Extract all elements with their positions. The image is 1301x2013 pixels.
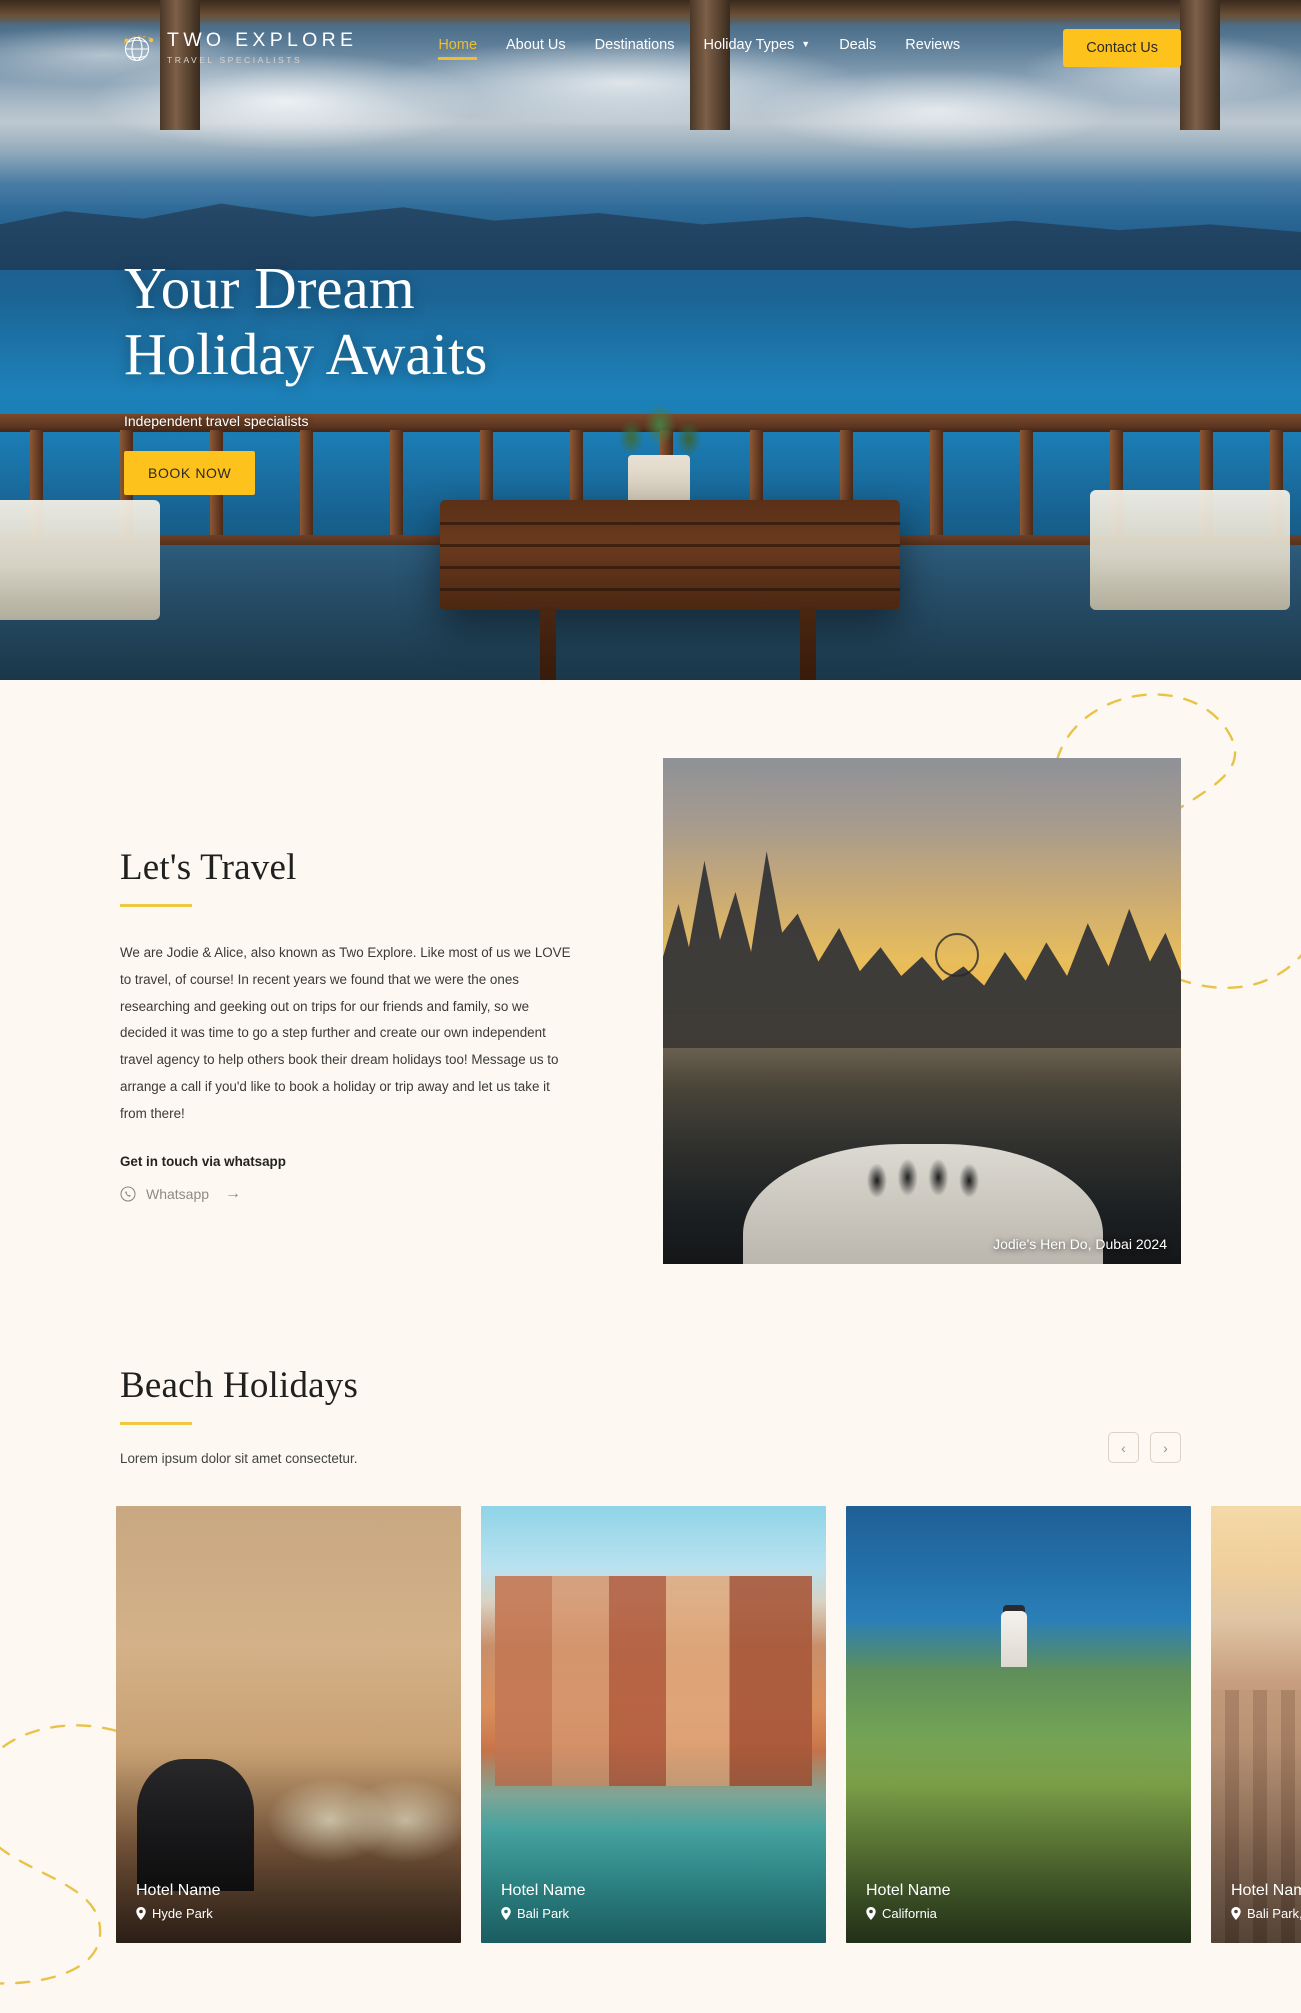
beach-holidays-subtitle: Lorem ipsum dolor sit amet consectetur. [120,1451,358,1466]
brand-tagline: TRAVEL SPECIALISTS [167,54,303,65]
hotel-card[interactable]: Hotel Name Bali Park, [1211,1506,1301,1943]
hero-title-line-1: Your Dream [124,255,415,321]
beach-holidays-header: Beach Holidays Lorem ipsum dolor sit ame… [120,1364,1181,1466]
nav-item-home[interactable]: Home [438,37,477,60]
location-pin-icon [1231,1907,1241,1920]
carousel-next-button[interactable]: › [1150,1432,1181,1463]
card-location: Hyde Park [136,1906,220,1921]
whatsapp-link[interactable]: Whatsapp → [120,1185,241,1203]
title-underline [120,1422,192,1425]
card-location: Bali Park [501,1906,585,1921]
card-meta: Hotel Name Bali Park [501,1882,585,1921]
nav-links: Home About Us Destinations Holiday Types… [438,37,960,60]
dubai-photo: Jodie's Hen Do, Dubai 2024 [663,758,1181,1264]
nav-item-deals[interactable]: Deals [839,37,876,60]
hotel-card[interactable]: Hotel Name Hyde Park [116,1506,461,1943]
beach-holidays-title: Beach Holidays [120,1365,359,1406]
card-meta: Hotel Name California [866,1882,950,1921]
people-silhouettes [859,1126,987,1204]
card-meta: Hotel Name Hyde Park [136,1882,220,1921]
book-now-button[interactable]: BOOK NOW [124,451,256,496]
photo-caption: Jodie's Hen Do, Dubai 2024 [993,1236,1167,1252]
hero-title: Your Dream Holiday Awaits [124,255,487,387]
nav-item-holiday-types[interactable]: Holiday Types ▼ [703,37,810,60]
lets-travel-body: We are Jodie & Alice, also known as Two … [120,945,571,1121]
brand-logo[interactable]: TWO EXPLORE TRAVEL SPECIALISTS [120,30,357,66]
card-title: Hotel Name [501,1882,586,1899]
hero-copy: Your Dream Holiday Awaits Independent tr… [124,255,487,496]
lets-travel-title: Let's Travel [120,847,297,888]
card-meta: Hotel Name Bali Park, [1231,1882,1301,1921]
hero-title-line-2: Holiday Awaits [124,321,488,388]
arrow-right-icon: → [225,1184,242,1202]
card-location-label: Bali Park, [1247,1906,1301,1921]
whatsapp-icon [120,1186,136,1202]
beach-holidays-heading-group: Beach Holidays Lorem ipsum dolor sit ame… [120,1364,358,1466]
main-navbar: TWO EXPLORE TRAVEL SPECIALISTS Home Abou… [0,0,1301,96]
nav-item-reviews[interactable]: Reviews [905,37,960,60]
card-title: Hotel Name [866,1882,951,1899]
location-pin-icon [501,1907,511,1920]
location-pin-icon [866,1907,876,1920]
page-root: TWO EXPLORE TRAVEL SPECIALISTS Home Abou… [0,0,1301,2013]
card-location-label: Hyde Park [152,1906,213,1921]
card-title: Hotel Name [136,1882,221,1899]
beach-holidays-section: Beach Holidays Lorem ipsum dolor sit ame… [0,1364,1301,1466]
globe-icon [123,35,154,62]
lets-travel-section: Let's Travel We are Jodie & Alice, also … [0,758,1301,1264]
hero-section: TWO EXPLORE TRAVEL SPECIALISTS Home Abou… [0,0,1301,680]
beach-holidays-carousel[interactable]: Hotel Name Hyde Park Hotel Name Bali Par… [0,1506,1301,1943]
brand-text: TWO EXPLORE TRAVEL SPECIALISTS [167,31,357,64]
brand-name: TWO EXPLORE [167,29,358,52]
hero-subtitle: Independent travel specialists [124,413,309,430]
contact-us-button[interactable]: Contact Us [1063,29,1181,67]
nav-item-about-us[interactable]: About Us [506,37,566,60]
carousel-nav: ‹ › [1108,1432,1181,1463]
lets-travel-text-column: Let's Travel We are Jodie & Alice, also … [120,758,575,1203]
location-pin-icon [136,1907,146,1920]
ferris-wheel-icon [935,933,979,977]
whatsapp-heading: Get in touch via whatsapp [120,1153,286,1169]
hotel-card[interactable]: Hotel Name California [846,1506,1191,1943]
card-location: Bali Park, [1231,1906,1301,1921]
card-location: California [866,1906,950,1921]
whatsapp-label: Whatsapp [146,1185,210,1202]
title-underline [120,904,192,907]
nav-item-destinations[interactable]: Destinations [595,37,675,60]
chevron-down-icon: ▼ [801,38,811,49]
card-title: Hotel Name [1231,1882,1301,1899]
card-location-label: California [882,1906,937,1921]
hotel-card[interactable]: Hotel Name Bali Park [481,1506,826,1943]
card-location-label: Bali Park [517,1906,570,1921]
carousel-prev-button[interactable]: ‹ [1108,1432,1139,1463]
